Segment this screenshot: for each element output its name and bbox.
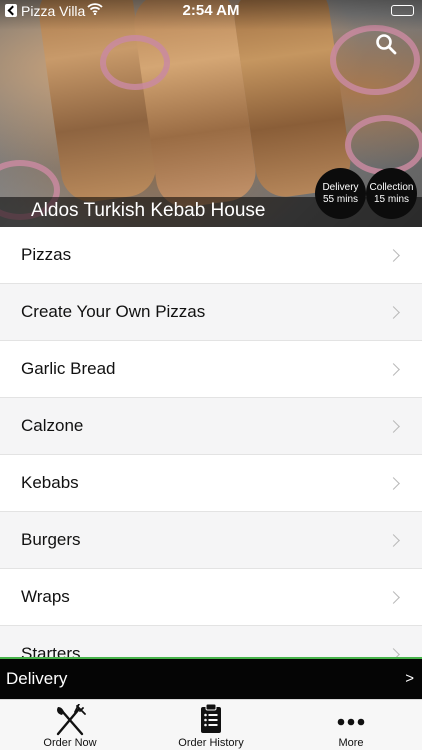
menu-item-pizzas[interactable]: Pizzas [0,227,422,284]
menu-item-kebabs[interactable]: Kebabs [0,455,422,512]
tab-label: Order Now [43,737,97,749]
search-button[interactable] [374,32,398,56]
tab-more[interactable]: More [281,700,421,750]
delivery-time-value: 55 mins [322,193,358,205]
delivery-time-badge: Delivery 55 mins [315,168,366,219]
chevron-right-icon [387,362,400,376]
tab-label: Order History [178,737,244,749]
menu-item-starters[interactable]: Starters [0,626,422,657]
tab-label: More [338,737,364,749]
collection-time-value: 15 mins [373,193,409,205]
menu-item-create-your-own-pizzas[interactable]: Create Your Own Pizzas [0,284,422,341]
delivery-time-label: Delivery [322,181,359,193]
tab-order-history[interactable]: Order History [141,700,281,750]
chevron-right-icon [387,248,400,262]
tab-bar: Order Now Order History More [0,699,422,750]
menu-item-label: Create Your Own Pizzas [21,302,206,321]
onion-ring-image [345,115,422,175]
delivery-mode-bar[interactable]: Delivery > [0,657,422,699]
menu-item-garlic-bread[interactable]: Garlic Bread [0,341,422,398]
chevron-right-icon [387,305,400,319]
status-time: 2:54 AM [182,2,240,19]
delivery-mode-label: Delivery [6,669,68,688]
menu-item-label: Garlic Bread [21,359,116,378]
chevron-right-icon [387,476,400,490]
battery-icon [391,5,414,16]
onion-ring-image [100,35,170,90]
chevron-right-icon [387,647,400,657]
chevron-right-icon [387,533,400,547]
more-dots-icon [337,713,365,731]
collection-time-label: Collection [369,181,414,193]
fork-knife-icon [53,703,87,741]
status-bar: Pizza Villa 2:54 AM [0,0,422,22]
chevron-right-icon [387,419,400,433]
menu-item-label: Pizzas [21,245,72,264]
menu-item-label: Wraps [21,587,70,606]
search-icon [376,34,397,55]
clipboard-list-icon [200,703,222,739]
menu-item-burgers[interactable]: Burgers [0,512,422,569]
menu-item-wraps[interactable]: Wraps [0,569,422,626]
collection-time-badge: Collection 15 mins [366,168,417,219]
tab-order-now[interactable]: Order Now [0,700,140,750]
delivery-arrow-icon: > [405,670,414,687]
menu-category-list: Pizzas Create Your Own Pizzas Garlic Bre… [0,227,422,657]
restaurant-name: Aldos Turkish Kebab House [31,200,266,221]
menu-item-calzone[interactable]: Calzone [0,398,422,455]
menu-item-label: Kebabs [21,473,79,492]
menu-item-label: Burgers [21,530,81,549]
chevron-right-icon [387,590,400,604]
menu-item-label: Calzone [21,416,84,435]
menu-item-label: Starters [21,644,81,657]
